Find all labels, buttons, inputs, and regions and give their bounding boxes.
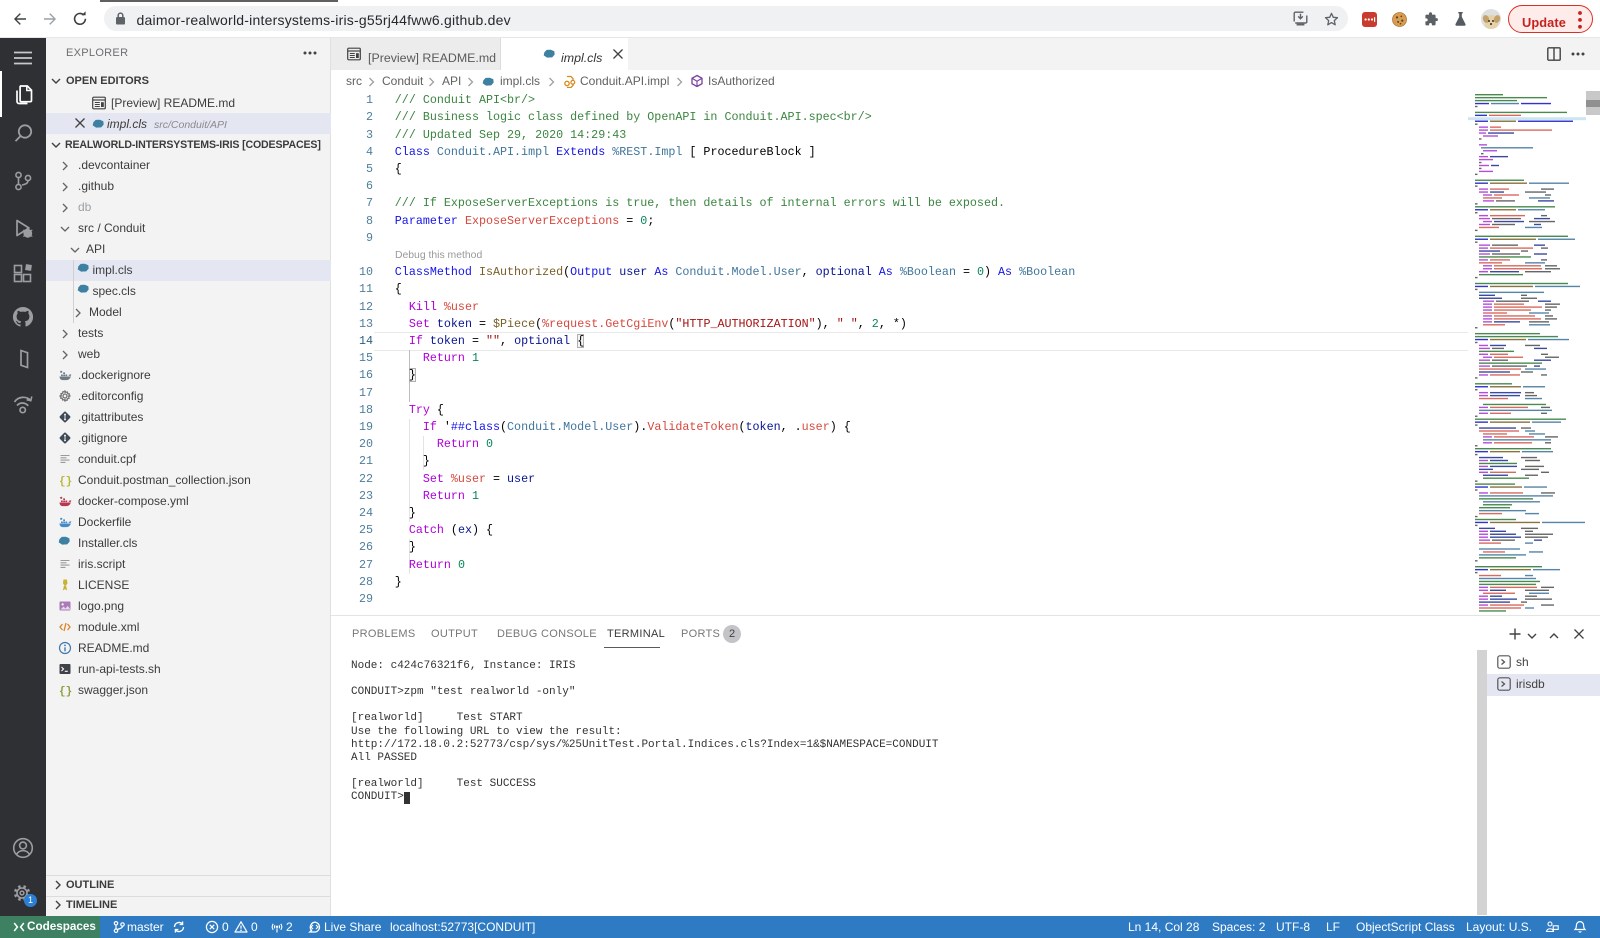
- svg-text:{}: {}: [59, 476, 72, 487]
- svg-text:{}: {}: [59, 686, 72, 697]
